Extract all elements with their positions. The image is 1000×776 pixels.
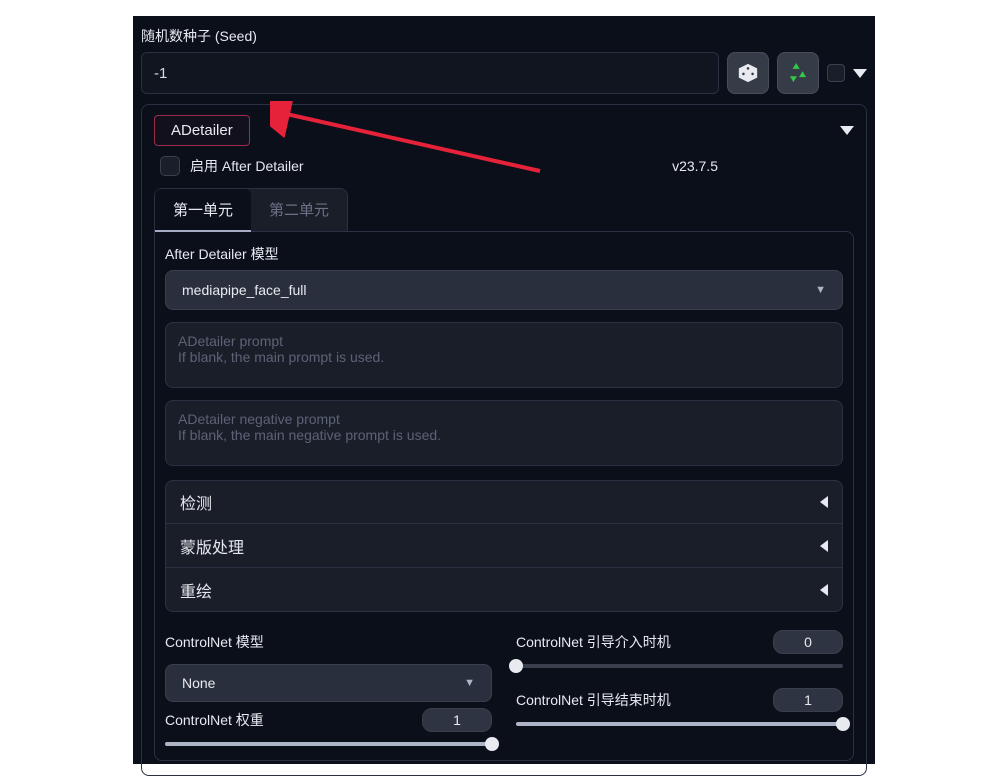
cn-model-select[interactable]: None ▼ <box>165 664 492 702</box>
adetailer-header: ADetailer <box>154 115 854 146</box>
cn-guidance-col: ControlNet 引导介入时机 0 ControlNet 引导结束时机 1 <box>516 630 843 750</box>
cn-model-value: None <box>182 675 215 691</box>
cn-weight-label: ControlNet 权重 <box>165 710 264 730</box>
chevron-left-icon <box>820 540 828 552</box>
cn-model-col: ControlNet 模型 None ▼ ControlNet 权重 1 <box>165 630 492 750</box>
seed-row <box>141 52 867 94</box>
accordion-mask-label: 蒙版处理 <box>180 534 244 558</box>
extra-checkbox[interactable] <box>827 64 845 82</box>
enable-checkbox[interactable] <box>160 156 180 176</box>
cn-start-value[interactable]: 0 <box>773 630 843 654</box>
enable-label: 启用 After Detailer <box>190 156 304 176</box>
chevron-down-icon: ▼ <box>464 677 475 689</box>
accordion-inpaint-label: 重绘 <box>180 578 212 602</box>
adetailer-prompt[interactable]: ADetailer prompt If blank, the main prom… <box>165 322 843 388</box>
cn-weight-slider[interactable] <box>165 738 492 750</box>
cn-end-slider[interactable] <box>516 718 843 730</box>
accordion-detection[interactable]: 检测 <box>165 480 843 524</box>
cn-start-label: ControlNet 引导介入时机 <box>516 632 671 652</box>
cn-weight-value[interactable]: 1 <box>422 708 492 732</box>
cn-end-label: ControlNet 引导结束时机 <box>516 690 671 710</box>
accordion-detection-label: 检测 <box>180 490 212 514</box>
chevron-left-icon <box>820 584 828 596</box>
recycle-button[interactable] <box>777 52 819 94</box>
expand-toggle-icon[interactable] <box>853 69 867 78</box>
cn-end-value[interactable]: 1 <box>773 688 843 712</box>
accordion-mask[interactable]: 蒙版处理 <box>165 524 843 568</box>
seed-input[interactable] <box>141 52 719 94</box>
version-label: v23.7.5 <box>672 158 718 174</box>
adetailer-title[interactable]: ADetailer <box>154 115 250 146</box>
recycle-icon <box>787 62 809 84</box>
cn-start-slider[interactable] <box>516 660 843 672</box>
accordion-stack: 检测 蒙版处理 重绘 <box>165 480 843 612</box>
unit-body: After Detailer 模型 mediapipe_face_full ▼ … <box>154 231 854 761</box>
adetailer-section: ADetailer 启用 After Detailer v23.7.5 第一单元… <box>141 104 867 776</box>
adetailer-collapse-icon[interactable] <box>840 126 854 135</box>
tab-unit-2[interactable]: 第二单元 <box>251 189 347 232</box>
model-select[interactable]: mediapipe_face_full ▼ <box>165 270 843 310</box>
controlnet-grid: ControlNet 模型 None ▼ ControlNet 权重 1 <box>165 630 843 750</box>
dice-button[interactable] <box>727 52 769 94</box>
settings-panel: 随机数种子 (Seed) <box>133 16 875 764</box>
chevron-left-icon <box>820 496 828 508</box>
cn-model-label: ControlNet 模型 <box>165 632 492 652</box>
seed-label: 随机数种子 (Seed) <box>141 26 867 46</box>
adetailer-negative-prompt[interactable]: ADetailer negative prompt If blank, the … <box>165 400 843 466</box>
chevron-down-icon: ▼ <box>815 284 826 296</box>
model-label: After Detailer 模型 <box>165 244 843 264</box>
model-value: mediapipe_face_full <box>182 282 307 298</box>
tab-unit-1[interactable]: 第一单元 <box>155 189 251 232</box>
enable-row: 启用 After Detailer v23.7.5 <box>154 156 854 176</box>
unit-tabs: 第一单元 第二单元 <box>154 188 348 232</box>
accordion-inpaint[interactable]: 重绘 <box>165 568 843 612</box>
dice-icon <box>737 62 759 84</box>
